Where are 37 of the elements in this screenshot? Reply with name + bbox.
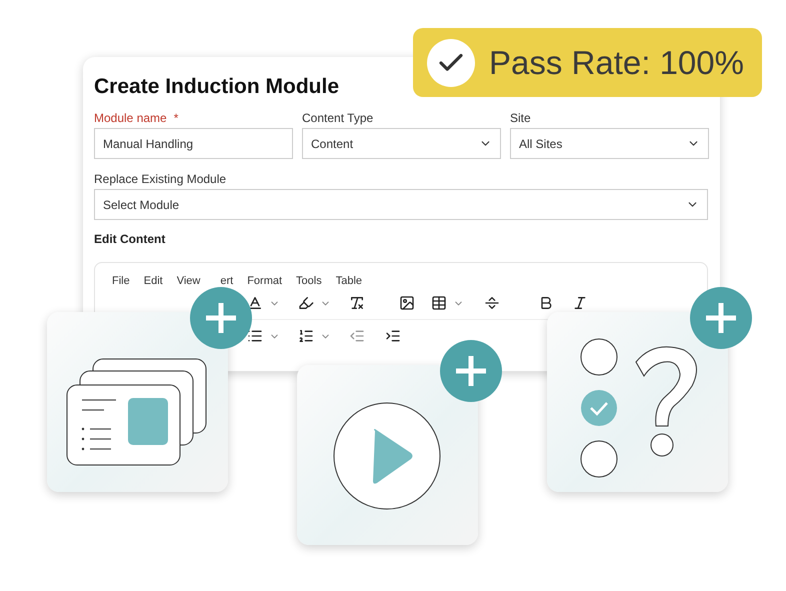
select-field[interactable]: Content	[302, 128, 501, 159]
section-heading: Edit Content	[94, 232, 166, 246]
form-title: Create Induction Module	[94, 75, 340, 99]
menu-item[interactable]: Format	[247, 275, 282, 287]
indent-icon[interactable]	[385, 328, 401, 344]
option-circle[interactable]	[580, 338, 618, 376]
image-icon[interactable]	[399, 295, 415, 311]
menu-item[interactable]: View	[176, 275, 200, 287]
select-field[interactable]: All Sites	[510, 128, 709, 159]
menu-item[interactable]: File	[112, 275, 130, 287]
plus-icon	[454, 354, 488, 388]
menu-item[interactable]: ert	[220, 275, 234, 287]
bullet-list-icon[interactable]	[247, 328, 263, 344]
plus-icon	[704, 301, 738, 335]
field-label: Replace Existing Module	[94, 172, 226, 186]
plus-icon	[204, 301, 238, 335]
clear-format-icon[interactable]	[349, 295, 365, 311]
option-circle[interactable]	[580, 440, 618, 478]
field-label: Content Type	[302, 111, 374, 125]
numbered-list-icon[interactable]	[298, 328, 314, 344]
pass-rate-text: Pass Rate: 100%	[489, 44, 744, 82]
check-icon	[427, 38, 475, 86]
outdent-icon[interactable]	[349, 328, 365, 344]
table-icon[interactable]	[431, 295, 447, 311]
field-label: Module name	[94, 111, 167, 125]
select-field[interactable]: Select Module	[94, 189, 708, 220]
field-label: Site	[510, 111, 531, 125]
required-mark: *	[174, 111, 178, 125]
page-break-icon[interactable]	[484, 295, 500, 311]
menu-item[interactable]: Tools	[296, 275, 322, 287]
italic-icon[interactable]	[572, 295, 588, 311]
checked-option[interactable]	[580, 389, 618, 427]
menu-item[interactable]: Table	[336, 275, 362, 287]
highlighter-icon[interactable]	[298, 295, 314, 311]
menu-item[interactable]: Edit	[144, 275, 163, 287]
input-field[interactable]: Manual Handling	[94, 128, 293, 159]
play-icon[interactable]	[333, 402, 441, 510]
